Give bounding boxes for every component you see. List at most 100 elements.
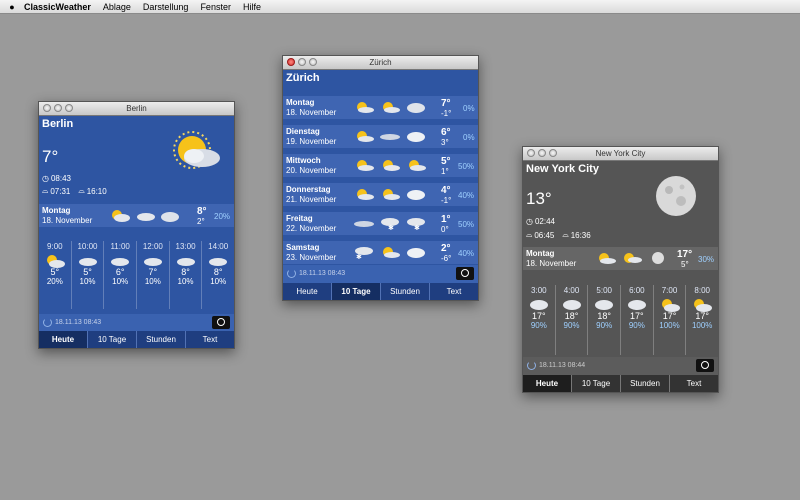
newyork-window: New York City New York City 13° ◷ 02:44 ⌓… <box>522 146 719 393</box>
rain-icon <box>628 300 647 310</box>
tab-heute[interactable]: Heute <box>283 283 332 300</box>
sun-cloud-icon <box>383 160 400 171</box>
tab-bar: Heute 10 Tage Stunden Text <box>283 283 478 300</box>
tab-bar: Heute 10 Tage Stunden Text <box>39 331 234 348</box>
day-row: Montag 18. November 7° -1° 0% <box>283 96 478 119</box>
menu-ablage[interactable]: Ablage <box>103 2 131 12</box>
sunset-icon: ⌓ <box>78 186 85 195</box>
sun-cloud-icon <box>409 160 426 171</box>
local-time: ◷ 02:44 <box>526 217 556 226</box>
status-bar: 18.11.13 08:43 <box>39 314 234 332</box>
fog-icon <box>354 221 374 227</box>
tab-stunden[interactable]: Stunden <box>381 283 430 300</box>
hour-col: 11:00 6° 10% <box>104 241 138 309</box>
cloud-icon <box>111 258 130 266</box>
sun-cloud-icon <box>357 189 374 200</box>
sunset-icon: ⌓ <box>562 230 569 239</box>
cloud-icon <box>209 258 228 266</box>
hour-col: 4:00 18° 90% <box>556 285 589 355</box>
last-updated: 18.11.13 08:44 <box>539 362 586 369</box>
svg-text:✱: ✱ <box>388 224 394 230</box>
city-name: Zürich <box>286 72 320 84</box>
tab-text[interactable]: Text <box>430 283 478 300</box>
local-time: ◷ 08:43 <box>42 174 72 183</box>
current-temp: 13° <box>526 189 552 208</box>
sunrise-icon: ⌓ <box>526 230 533 239</box>
menu-app[interactable]: ClassicWeather <box>24 2 91 12</box>
svg-text:✱: ✱ <box>356 253 362 259</box>
tab-heute[interactable]: Heute <box>523 375 572 392</box>
clock-icon: ◷ <box>42 174 49 183</box>
city-name: Berlin <box>42 118 74 130</box>
cloud-icon <box>161 212 179 222</box>
menu-fenster[interactable]: Fenster <box>200 2 231 12</box>
close-button[interactable] <box>527 149 535 157</box>
minimize-button[interactable] <box>298 58 306 66</box>
city-name: New York City <box>526 163 599 175</box>
rain-icon <box>562 300 581 310</box>
hour-col: 13:00 8° 10% <box>170 241 203 309</box>
refresh-icon[interactable] <box>527 361 536 370</box>
sun-cloud-icon <box>357 160 374 171</box>
hour-col: 10:00 5° 10% <box>72 241 105 309</box>
last-updated: 18.11.13 08:43 <box>299 270 346 277</box>
tab-stunden[interactable]: Stunden <box>621 375 670 392</box>
cloud-icon <box>78 258 97 266</box>
current-temp: 7° <box>42 147 59 166</box>
info-button[interactable] <box>212 316 230 329</box>
minimize-button[interactable] <box>54 104 62 112</box>
title-bar[interactable]: Berlin <box>39 102 234 116</box>
day-row: Mittwoch 20. November 5° 1° 50% <box>283 154 478 177</box>
snow-icon: ✱ <box>407 218 425 230</box>
window-title: New York City <box>595 149 646 158</box>
sun-cloud-icon <box>599 253 616 264</box>
sun-cloud-icon <box>624 253 642 263</box>
zoom-button[interactable] <box>309 58 317 66</box>
zoom-button[interactable] <box>549 149 557 157</box>
cloud-icon <box>407 103 425 113</box>
day-row: Donnerstag 21. November 4° -1° 40% <box>283 183 478 206</box>
fog-icon <box>380 134 400 140</box>
menu-darstellung[interactable]: Darstellung <box>143 2 189 12</box>
tab-10-tage[interactable]: 10 Tage <box>332 283 381 300</box>
hour-col: 9:00 5° 20% <box>39 241 72 309</box>
sun-cloud-icon <box>383 189 400 200</box>
tab-heute[interactable]: Heute <box>39 331 88 348</box>
title-bar[interactable]: New York City <box>523 147 718 161</box>
sun-cloud-icon <box>357 131 374 142</box>
refresh-icon[interactable] <box>287 269 296 278</box>
tab-stunden[interactable]: Stunden <box>137 331 186 348</box>
hour-col: 8:00 17° 100% <box>691 286 713 330</box>
tab-text[interactable]: Text <box>670 375 718 392</box>
info-button[interactable] <box>696 359 714 372</box>
zoom-button[interactable] <box>65 104 73 112</box>
day-row: Samstag 23. November ✱ 2° -6° 40% <box>283 241 478 264</box>
close-button[interactable] <box>43 104 51 112</box>
sun-cloud-icon <box>112 210 130 222</box>
close-button[interactable] <box>287 58 295 66</box>
tab-10-tage[interactable]: 10 Tage <box>572 375 621 392</box>
info-button[interactable] <box>456 267 474 280</box>
minimize-button[interactable] <box>538 149 546 157</box>
moon-icon <box>652 252 664 264</box>
cloud-icon <box>407 248 425 258</box>
cloud-icon <box>137 213 155 221</box>
sun-rain-icon <box>661 299 680 312</box>
cloud-icon <box>144 258 163 266</box>
title-bar[interactable]: Zürich <box>283 56 478 70</box>
tab-10-tage[interactable]: 10 Tage <box>88 331 137 348</box>
menu-hilfe[interactable]: Hilfe <box>243 2 261 12</box>
tab-text[interactable]: Text <box>186 331 234 348</box>
sun-times: ⌓ 06:45 ⌓ 16:36 <box>526 230 591 240</box>
cloud-icon <box>176 258 195 266</box>
svg-text:✱: ✱ <box>414 224 420 230</box>
refresh-icon[interactable] <box>43 318 52 327</box>
status-bar: 18.11.13 08:44 <box>523 357 718 375</box>
hour-col: 6:00 17° 90% <box>621 285 654 355</box>
apple-icon[interactable]: ● <box>0 2 24 12</box>
zurich-window: Zürich Zürich Montag 18. November 7° -1° 0%… <box>282 55 479 301</box>
hour-col: 12:00 7° 10% <box>137 241 170 309</box>
today-row: Montag 18. November 17° 5° 30% <box>523 247 718 270</box>
menu-bar: ● ClassicWeather Ablage Darstellung Fens… <box>0 0 800 14</box>
sun-cloud-icon <box>173 131 220 169</box>
